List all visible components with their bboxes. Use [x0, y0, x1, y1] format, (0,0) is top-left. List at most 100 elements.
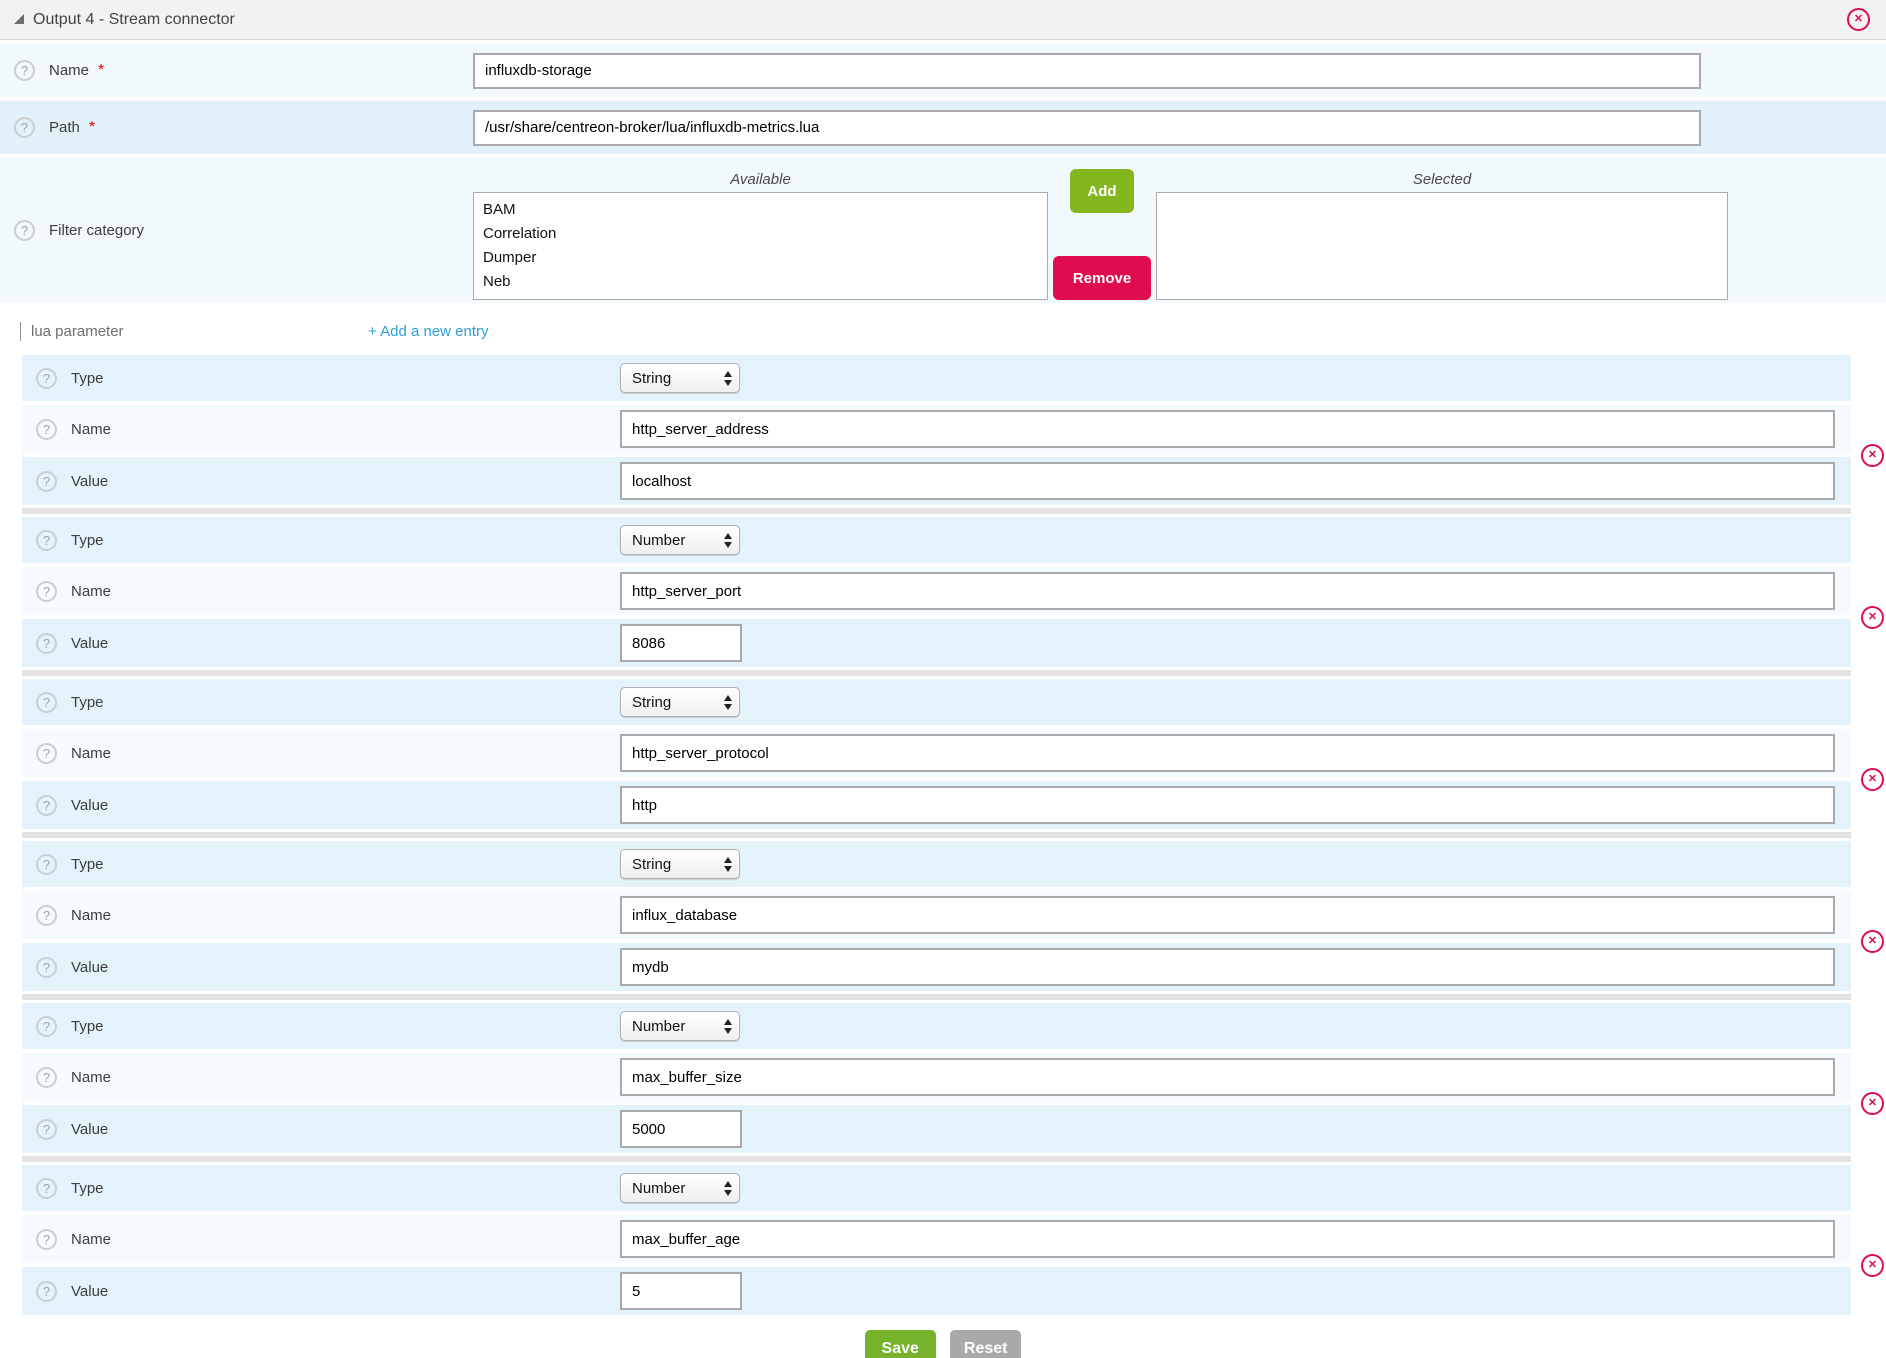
name-row: Name: [22, 729, 1851, 777]
type-select[interactable]: String: [620, 687, 740, 717]
help-icon[interactable]: [36, 957, 57, 978]
filter-category-row: Filter category Available BAM Correlatio…: [0, 158, 1886, 303]
param-name-input[interactable]: [620, 572, 1835, 610]
param-name-input[interactable]: [620, 1058, 1835, 1096]
parameter-group: Type String Name Value: [22, 355, 1851, 505]
type-row: Type Number: [22, 1003, 1851, 1049]
help-icon[interactable]: [36, 692, 57, 713]
group-separator: [22, 994, 1851, 1000]
group-separator: [22, 508, 1851, 514]
type-select[interactable]: String: [620, 363, 740, 393]
add-new-entry-link[interactable]: + Add a new entry: [368, 323, 489, 340]
delete-entry-icon[interactable]: [1861, 1092, 1884, 1115]
help-icon[interactable]: [36, 581, 57, 602]
help-icon[interactable]: [36, 1281, 57, 1302]
help-icon[interactable]: [36, 795, 57, 816]
lua-parameter-bar: lua parameter + Add a new entry: [0, 307, 1886, 355]
save-button[interactable]: Save: [865, 1330, 936, 1358]
param-value-input[interactable]: [620, 462, 1835, 500]
transfer-buttons: Add Remove: [1048, 169, 1156, 300]
delete-entry-icon[interactable]: [1861, 444, 1884, 467]
name-row: Name: [22, 1215, 1851, 1263]
help-icon[interactable]: [36, 633, 57, 654]
listbox-option[interactable]: Correlation: [483, 222, 1047, 246]
required-asterisk: *: [98, 62, 104, 80]
name-field-row: Name *: [0, 44, 1886, 97]
help-icon[interactable]: [14, 220, 35, 241]
type-label: Type: [71, 532, 104, 549]
required-asterisk: *: [89, 119, 95, 137]
type-select[interactable]: String: [620, 849, 740, 879]
collapse-icon[interactable]: [14, 14, 24, 24]
help-icon[interactable]: [36, 854, 57, 875]
filter-category-content: Available BAM Correlation Dumper Neb Sto…: [473, 161, 1728, 300]
help-icon[interactable]: [36, 419, 57, 440]
available-listbox[interactable]: BAM Correlation Dumper Neb Storage: [473, 192, 1048, 300]
help-icon[interactable]: [36, 905, 57, 926]
help-icon[interactable]: [36, 743, 57, 764]
value-row: Value: [22, 943, 1851, 991]
help-icon[interactable]: [36, 1178, 57, 1199]
value-row: Value: [22, 1267, 1851, 1315]
type-select[interactable]: Number: [620, 525, 740, 555]
select-arrows-icon: [724, 1019, 732, 1034]
select-arrows-icon: [724, 695, 732, 710]
lua-section-title: lua parameter: [20, 322, 124, 341]
listbox-option[interactable]: Neb: [483, 270, 1047, 294]
param-name-input[interactable]: [620, 1220, 1835, 1258]
panel-title: Output 4 - Stream connector: [33, 11, 235, 29]
select-arrows-icon: [724, 1181, 732, 1196]
param-value-input[interactable]: [620, 1272, 742, 1310]
value-label: Value: [71, 797, 108, 814]
path-input[interactable]: [473, 110, 1701, 146]
value-label: Value: [71, 1283, 108, 1300]
param-name-input[interactable]: [620, 734, 1835, 772]
help-icon[interactable]: [36, 368, 57, 389]
help-icon[interactable]: [36, 530, 57, 551]
value-row: Value: [22, 457, 1851, 505]
add-button[interactable]: Add: [1070, 169, 1134, 213]
form-actions: Save Reset: [0, 1330, 1886, 1358]
parameter-group: Type String Name Value: [22, 679, 1851, 829]
param-value-input[interactable]: [620, 948, 1835, 986]
top-fields: Name * Path * Filter category Available …: [0, 44, 1886, 303]
type-label: Type: [71, 370, 104, 387]
panel-close-icon[interactable]: [1847, 8, 1870, 31]
type-select[interactable]: Number: [620, 1011, 740, 1041]
help-icon[interactable]: [36, 1016, 57, 1037]
type-row: Type Number: [22, 1165, 1851, 1211]
param-name-input[interactable]: [620, 410, 1835, 448]
param-value-input[interactable]: [620, 1110, 742, 1148]
listbox-option[interactable]: Storage: [483, 294, 1047, 300]
value-row: Value: [22, 781, 1851, 829]
help-icon[interactable]: [14, 117, 35, 138]
type-select[interactable]: Number: [620, 1173, 740, 1203]
path-field-label: Path: [49, 119, 80, 136]
delete-entry-icon[interactable]: [1861, 1254, 1884, 1277]
param-value-input[interactable]: [620, 786, 1835, 824]
help-icon[interactable]: [36, 1067, 57, 1088]
help-icon[interactable]: [36, 1119, 57, 1140]
value-label: Value: [71, 1121, 108, 1138]
param-value-input[interactable]: [620, 624, 742, 662]
help-icon[interactable]: [14, 60, 35, 81]
param-name-input[interactable]: [620, 896, 1835, 934]
type-label: Type: [71, 694, 104, 711]
delete-entry-icon[interactable]: [1861, 768, 1884, 791]
name-input[interactable]: [473, 53, 1701, 89]
name-row: Name: [22, 1053, 1851, 1101]
listbox-option[interactable]: BAM: [483, 198, 1047, 222]
help-icon[interactable]: [36, 1229, 57, 1250]
selected-listbox[interactable]: [1156, 192, 1728, 300]
listbox-option[interactable]: Dumper: [483, 246, 1047, 270]
help-icon[interactable]: [36, 471, 57, 492]
reset-button[interactable]: Reset: [950, 1330, 1022, 1358]
remove-button[interactable]: Remove: [1053, 256, 1151, 300]
delete-entry-icon[interactable]: [1861, 606, 1884, 629]
name-label: Name: [71, 421, 111, 438]
parameter-group: Type Number Name Value: [22, 517, 1851, 667]
value-label: Value: [71, 635, 108, 652]
type-row: Type String: [22, 355, 1851, 401]
name-field-label: Name: [49, 62, 89, 79]
delete-entry-icon[interactable]: [1861, 930, 1884, 953]
